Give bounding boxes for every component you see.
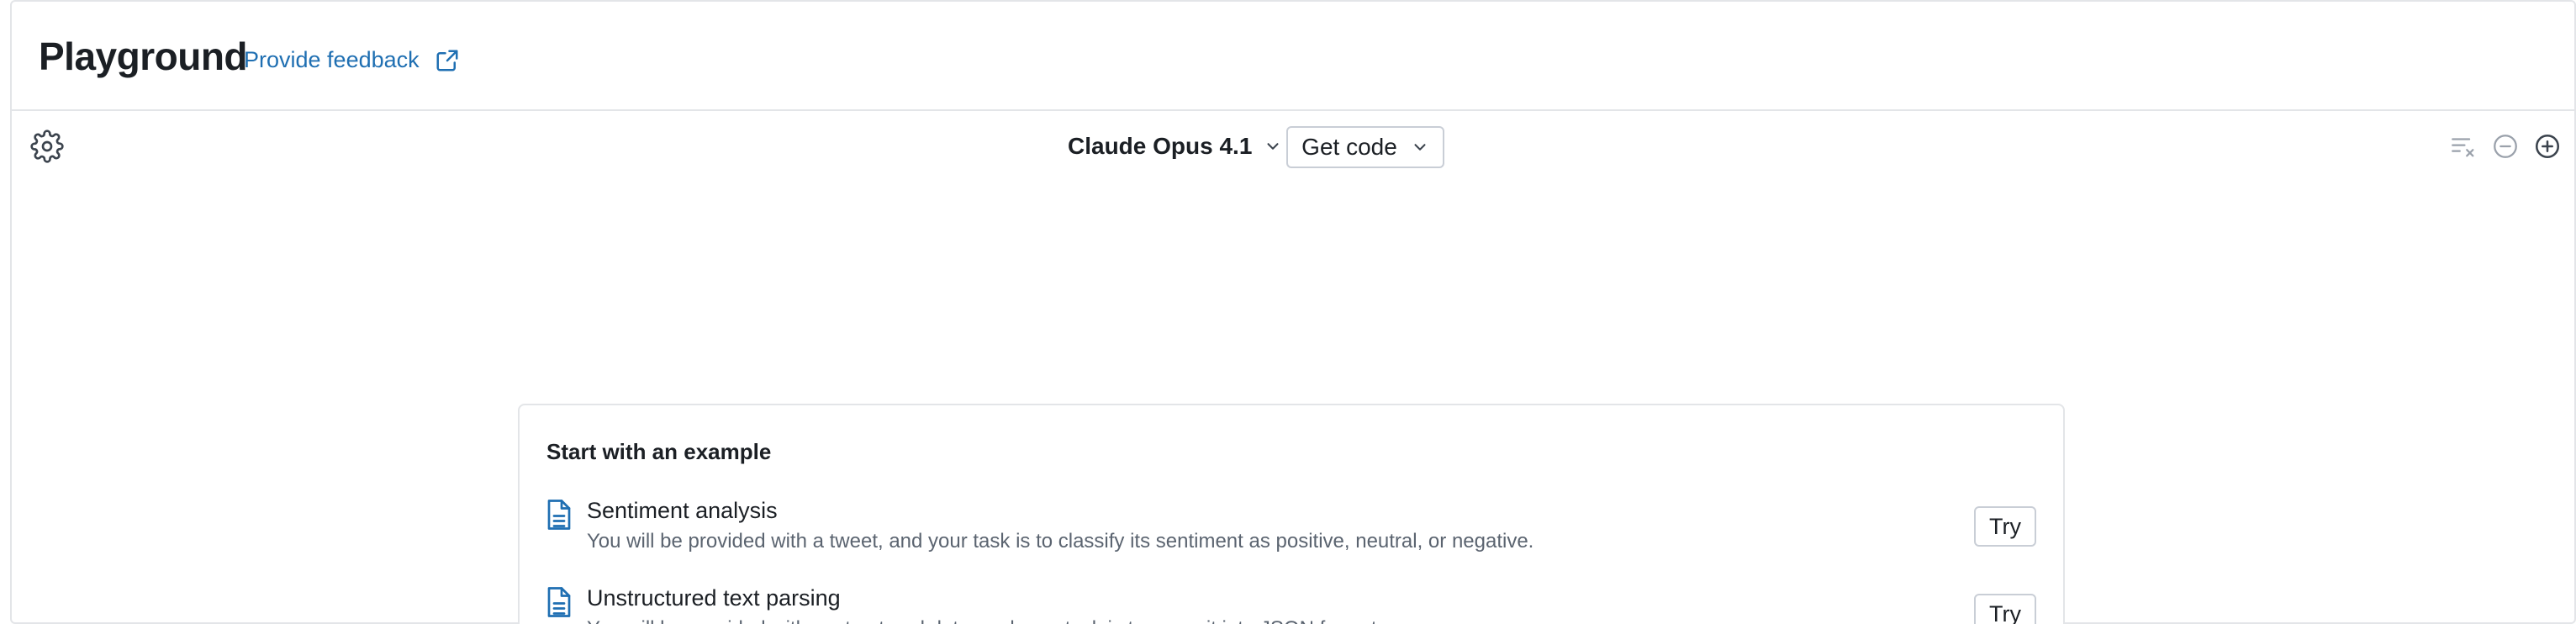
external-link-icon [436, 50, 458, 71]
gear-icon [30, 130, 64, 163]
playground-window: Playground Provide feedback Claude Opus … [10, 0, 2576, 624]
model-selector[interactable]: Claude Opus 4.1 [1068, 133, 1282, 160]
example-description: You will be provided with unstructured d… [587, 617, 1382, 624]
page-header: Playground Provide feedback [12, 2, 2574, 111]
document-icon [547, 500, 571, 530]
chevron-down-icon [1267, 143, 1279, 150]
minus-circle-icon [2494, 135, 2517, 158]
examples-heading: Start with an example [546, 439, 772, 464]
document-icon [547, 587, 571, 617]
try-button[interactable]: Try [1974, 506, 2036, 547]
try-button[interactable]: Try [1974, 594, 2036, 624]
chevron-down-icon [1414, 144, 1426, 151]
example-description: You will be provided with a tweet, and y… [587, 530, 1534, 553]
add-button[interactable] [2532, 131, 2563, 161]
toolbar-right-actions [2448, 131, 2563, 161]
get-code-button[interactable]: Get code [1286, 126, 1444, 168]
provide-feedback-label: Provide feedback [244, 47, 420, 72]
example-title: Unstructured text parsing [587, 585, 841, 611]
plus-circle-icon [2535, 134, 2560, 159]
playground-toolbar: Claude Opus 4.1 Get code [12, 113, 2574, 180]
example-item: Sentiment analysis You will be provided … [546, 496, 2036, 563]
model-selector-label: Claude Opus 4.1 [1068, 133, 1253, 159]
get-code-label: Get code [1301, 134, 1397, 160]
example-item: Unstructured text parsing You will be pr… [546, 584, 2036, 624]
settings-button[interactable] [30, 130, 64, 163]
clear-button[interactable] [2448, 131, 2478, 161]
example-title: Sentiment analysis [587, 498, 778, 523]
page-title: Playground [39, 34, 248, 78]
clear-list-icon [2452, 138, 2474, 157]
remove-button[interactable] [2490, 131, 2521, 161]
examples-card: Start with an example Sentiment analysis… [518, 404, 2065, 624]
provide-feedback-link[interactable]: Provide feedback [244, 47, 460, 73]
